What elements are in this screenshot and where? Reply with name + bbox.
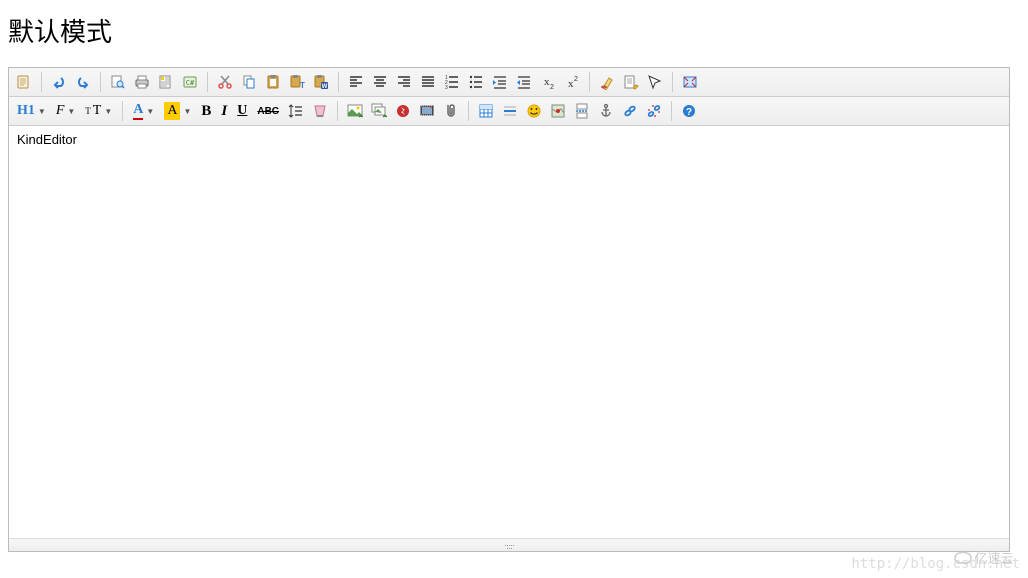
paste-text-icon[interactable]: T: [286, 71, 308, 93]
highlight-button[interactable]: A▼: [160, 100, 195, 122]
subscript-icon[interactable]: x2: [537, 71, 559, 93]
toolbar-row-1: C# T W 123 x2 x2: [9, 68, 1009, 97]
ordered-list-icon[interactable]: 123: [441, 71, 463, 93]
svg-text:亿速云: 亿速云: [974, 551, 1013, 566]
text-color-button[interactable]: A▼: [129, 100, 158, 122]
align-left-icon[interactable]: [345, 71, 367, 93]
editor-container: C# T W 123 x2 x2 H1▼ F▼ TT▼ A▼ A▼ B I U …: [8, 67, 1010, 552]
flash-icon[interactable]: [392, 100, 414, 122]
hr-icon[interactable]: [499, 100, 521, 122]
svg-text:2: 2: [574, 76, 578, 83]
editor-content[interactable]: KindEditor: [9, 126, 1009, 538]
baidu-map-icon[interactable]: [547, 100, 569, 122]
align-justify-icon[interactable]: [417, 71, 439, 93]
indent-icon[interactable]: [489, 71, 511, 93]
link-icon[interactable]: [619, 100, 641, 122]
svg-text:C#: C#: [186, 79, 195, 87]
clear-format-icon[interactable]: [596, 71, 618, 93]
italic-button[interactable]: I: [217, 100, 231, 122]
outdent-icon[interactable]: [513, 71, 535, 93]
unlink-icon[interactable]: [643, 100, 665, 122]
watermark-logo: 亿速云: [950, 547, 1020, 572]
svg-text:T: T: [300, 81, 305, 90]
underline-button[interactable]: U: [233, 100, 251, 122]
strikethrough-button[interactable]: ABC: [253, 100, 283, 122]
quickformat-icon[interactable]: [620, 71, 642, 93]
file-icon[interactable]: [440, 100, 462, 122]
undo-icon[interactable]: [48, 71, 70, 93]
about-icon[interactable]: ?: [678, 100, 700, 122]
svg-text:2: 2: [550, 84, 554, 90]
anchor-icon[interactable]: [595, 100, 617, 122]
fullscreen-icon[interactable]: [679, 71, 701, 93]
unordered-list-icon[interactable]: [465, 71, 487, 93]
svg-text:W: W: [322, 84, 328, 90]
print-icon[interactable]: [131, 71, 153, 93]
paste-icon[interactable]: [262, 71, 284, 93]
heading-button[interactable]: H1▼: [13, 100, 50, 122]
preview-icon[interactable]: [107, 71, 129, 93]
svg-text:?: ?: [686, 107, 692, 118]
toolbar-row-2: H1▼ F▼ TT▼ A▼ A▼ B I U ABC ?: [9, 97, 1009, 126]
select-all-icon[interactable]: [644, 71, 666, 93]
superscript-icon[interactable]: x2: [561, 71, 583, 93]
resize-handle[interactable]: [9, 538, 1009, 551]
code-icon[interactable]: C#: [179, 71, 201, 93]
align-right-icon[interactable]: [393, 71, 415, 93]
image-icon[interactable]: [344, 100, 366, 122]
table-icon[interactable]: [475, 100, 497, 122]
font-button[interactable]: F▼: [52, 100, 79, 122]
pagebreak-icon[interactable]: [571, 100, 593, 122]
multi-image-icon[interactable]: [368, 100, 390, 122]
paste-word-icon[interactable]: W: [310, 71, 332, 93]
cut-icon[interactable]: [214, 71, 236, 93]
emoticon-icon[interactable]: [523, 100, 545, 122]
bold-button[interactable]: B: [197, 100, 215, 122]
remove-format-icon[interactable]: [309, 100, 331, 122]
page-title: 默认模式: [8, 12, 1020, 49]
redo-icon[interactable]: [72, 71, 94, 93]
fontsize-button[interactable]: TT▼: [81, 100, 116, 122]
svg-text:3: 3: [445, 85, 448, 90]
template-icon[interactable]: [155, 71, 177, 93]
media-icon[interactable]: [416, 100, 438, 122]
copy-icon[interactable]: [238, 71, 260, 93]
align-center-icon[interactable]: [369, 71, 391, 93]
source-icon[interactable]: [13, 71, 35, 93]
line-height-icon[interactable]: [285, 100, 307, 122]
